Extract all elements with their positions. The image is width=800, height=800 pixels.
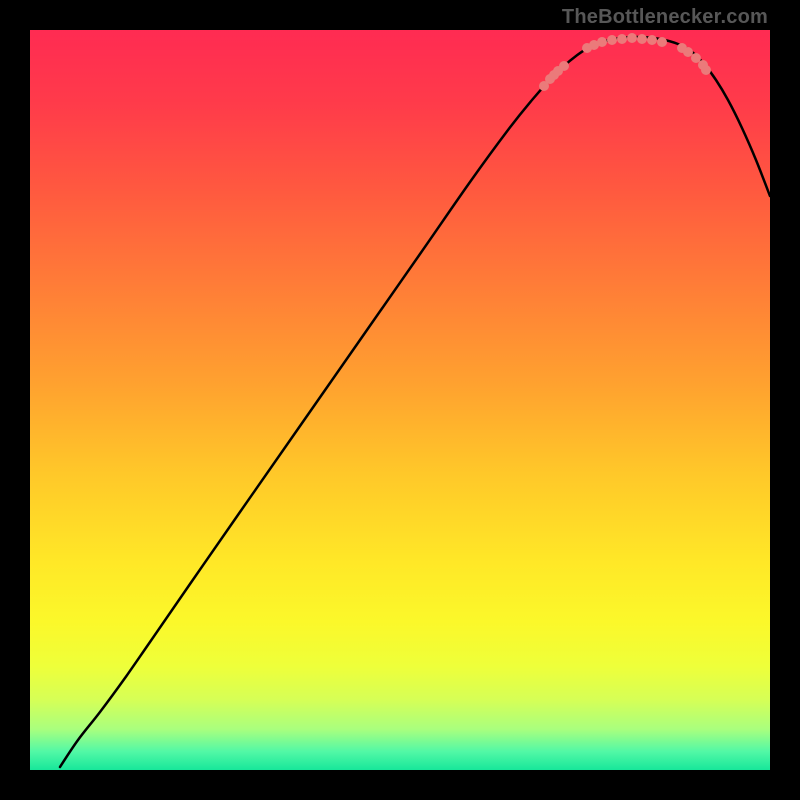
highlight-dot (701, 65, 711, 75)
highlight-dot (627, 33, 637, 43)
highlight-dot (617, 34, 627, 44)
highlight-dot (647, 35, 657, 45)
watermark-text: TheBottlenecker.com (562, 6, 768, 29)
chart-background (30, 30, 770, 770)
highlight-dot (637, 34, 647, 44)
chart-frame (30, 30, 770, 770)
highlight-dot (683, 47, 693, 57)
highlight-dot (559, 61, 569, 71)
highlight-dot (607, 35, 617, 45)
highlight-dot (597, 37, 607, 47)
highlight-dot (657, 37, 667, 47)
bottleneck-chart (30, 30, 770, 770)
